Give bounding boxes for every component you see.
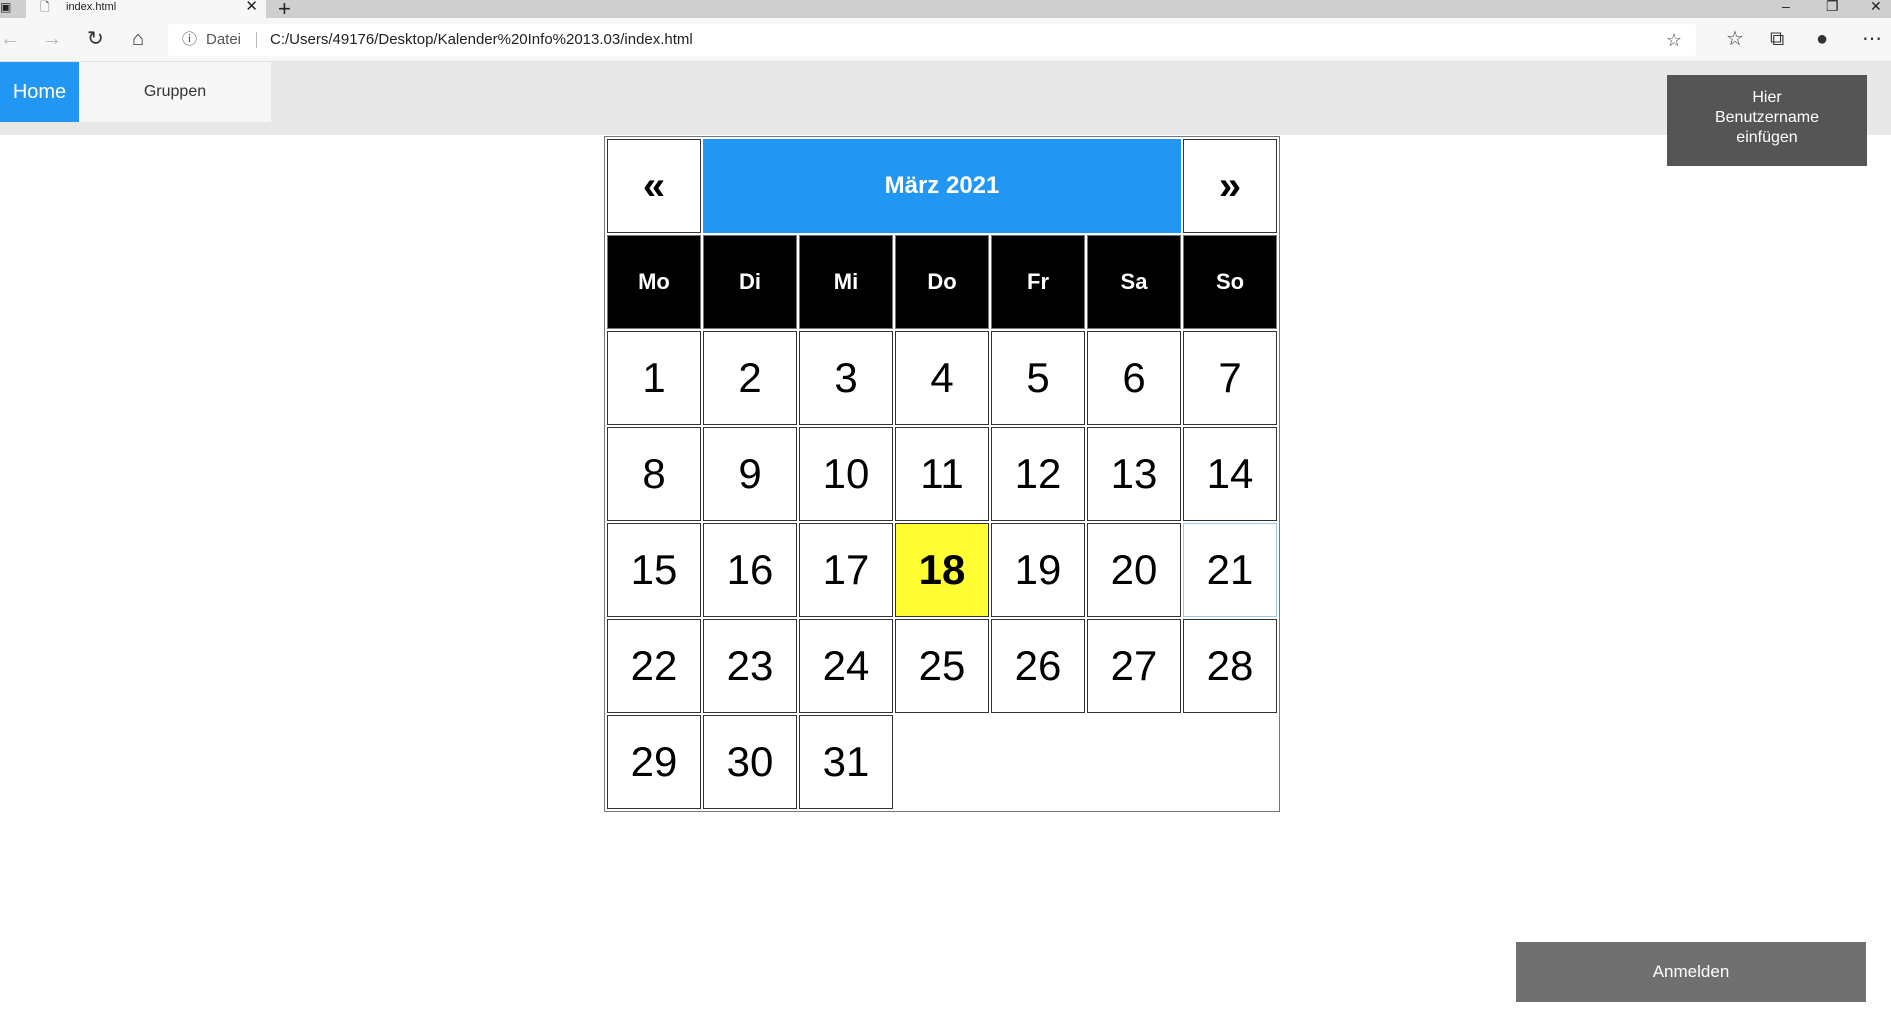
day-cell[interactable]: 23 bbox=[703, 619, 797, 713]
back-icon[interactable]: ← bbox=[0, 28, 20, 50]
calendar: « März 2021 » Mo Di Mi Do Fr Sa So 1 2 3 4 5 6 7 8 9 10 1… bbox=[604, 136, 1280, 812]
day-cell[interactable]: 22 bbox=[607, 619, 701, 713]
browser-toolbar: ← → ↻ ⌂ ⓘ Datei C:/Users/49176/Desktop/K… bbox=[0, 18, 1891, 62]
weekday-header: So bbox=[1183, 235, 1277, 329]
tab-title: index.html bbox=[66, 1, 117, 13]
day-cell[interactable]: 5 bbox=[991, 331, 1085, 425]
tab-actions-icon[interactable]: ▣ bbox=[0, 0, 11, 14]
close-tab-icon[interactable]: ✕ bbox=[245, 0, 258, 14]
nav-groups[interactable]: Gruppen bbox=[79, 62, 271, 122]
day-cell[interactable]: 20 bbox=[1087, 523, 1181, 617]
day-cell[interactable]: 28 bbox=[1183, 619, 1277, 713]
day-cell[interactable]: 17 bbox=[799, 523, 893, 617]
day-cell[interactable]: 4 bbox=[895, 331, 989, 425]
close-window-icon[interactable]: ✕ bbox=[1870, 0, 1882, 15]
day-cell[interactable]: 2 bbox=[703, 331, 797, 425]
username-box[interactable]: Hier Benutzername einfügen bbox=[1667, 75, 1867, 166]
weekday-header: Sa bbox=[1087, 235, 1181, 329]
day-cell[interactable]: 12 bbox=[991, 427, 1085, 521]
nav-home[interactable]: Home bbox=[0, 62, 79, 122]
day-cell[interactable]: 31 bbox=[799, 715, 893, 809]
weekday-header: Fr bbox=[991, 235, 1085, 329]
username-line-2: Benutzername bbox=[1714, 109, 1820, 126]
minimize-icon[interactable]: – bbox=[1782, 0, 1790, 14]
day-cell[interactable]: 6 bbox=[1087, 331, 1181, 425]
day-cell[interactable]: 26 bbox=[991, 619, 1085, 713]
login-button[interactable]: Anmelden bbox=[1516, 942, 1866, 1002]
prev-month-button[interactable]: « bbox=[607, 139, 701, 233]
forward-icon[interactable]: → bbox=[42, 28, 62, 50]
day-cell[interactable]: 10 bbox=[799, 427, 893, 521]
day-cell[interactable]: 21 bbox=[1183, 523, 1277, 617]
day-cell[interactable]: 15 bbox=[607, 523, 701, 617]
day-cell[interactable]: 16 bbox=[703, 523, 797, 617]
page-icon: 🗋 bbox=[40, 0, 50, 14]
day-cell[interactable]: 25 bbox=[895, 619, 989, 713]
favorites-icon[interactable]: ☆ bbox=[1726, 28, 1744, 50]
browser-tab[interactable]: 🗋 index.html ✕ bbox=[26, 0, 266, 18]
day-cell[interactable]: 8 bbox=[607, 427, 701, 521]
day-cell[interactable]: 30 bbox=[703, 715, 797, 809]
day-cell[interactable]: 11 bbox=[895, 427, 989, 521]
reload-icon[interactable]: ↻ bbox=[87, 28, 104, 50]
day-cell[interactable]: 9 bbox=[703, 427, 797, 521]
next-month-button[interactable]: » bbox=[1183, 139, 1277, 233]
browser-tabstrip: ▣ 🗋 index.html ✕ + – ❐ ✕ bbox=[0, 0, 1891, 21]
collections-icon[interactable]: ⧉ bbox=[1770, 28, 1784, 50]
username-line-1: Hier bbox=[1752, 89, 1782, 106]
day-cell[interactable]: 14 bbox=[1183, 427, 1277, 521]
day-cell[interactable]: 3 bbox=[799, 331, 893, 425]
day-cell[interactable]: 24 bbox=[799, 619, 893, 713]
day-cell[interactable]: 19 bbox=[991, 523, 1085, 617]
weekday-header: Do bbox=[895, 235, 989, 329]
restore-icon[interactable]: ❐ bbox=[1826, 0, 1839, 15]
address-scheme: Datei bbox=[206, 31, 242, 48]
home-icon[interactable]: ⌂ bbox=[132, 28, 144, 50]
month-title: März 2021 bbox=[703, 139, 1181, 233]
day-cell[interactable]: 27 bbox=[1087, 619, 1181, 713]
address-separator bbox=[256, 32, 257, 48]
more-icon[interactable]: ⋯ bbox=[1862, 28, 1882, 50]
profile-icon[interactable]: ● bbox=[1816, 28, 1828, 50]
navbar: Home Gruppen bbox=[0, 62, 1891, 135]
day-cell[interactable]: 13 bbox=[1087, 427, 1181, 521]
address-bar[interactable]: ⓘ Datei C:/Users/49176/Desktop/Kalender%… bbox=[168, 24, 1696, 56]
day-cell[interactable]: 1 bbox=[607, 331, 701, 425]
weekday-header: Mi bbox=[799, 235, 893, 329]
address-url[interactable]: C:/Users/49176/Desktop/Kalender%20Info%2… bbox=[270, 24, 693, 56]
add-favorite-icon[interactable]: ☆ bbox=[1666, 24, 1682, 56]
weekday-header: Mo bbox=[607, 235, 701, 329]
day-cell[interactable]: 29 bbox=[607, 715, 701, 809]
info-icon[interactable]: ⓘ bbox=[182, 24, 197, 56]
username-line-3: einfügen bbox=[1736, 129, 1798, 146]
day-cell-today[interactable]: 18 bbox=[895, 523, 989, 617]
day-cell[interactable]: 7 bbox=[1183, 331, 1277, 425]
page: Home Gruppen Hier Benutzername einfügen … bbox=[0, 62, 1891, 1019]
weekday-header: Di bbox=[703, 235, 797, 329]
